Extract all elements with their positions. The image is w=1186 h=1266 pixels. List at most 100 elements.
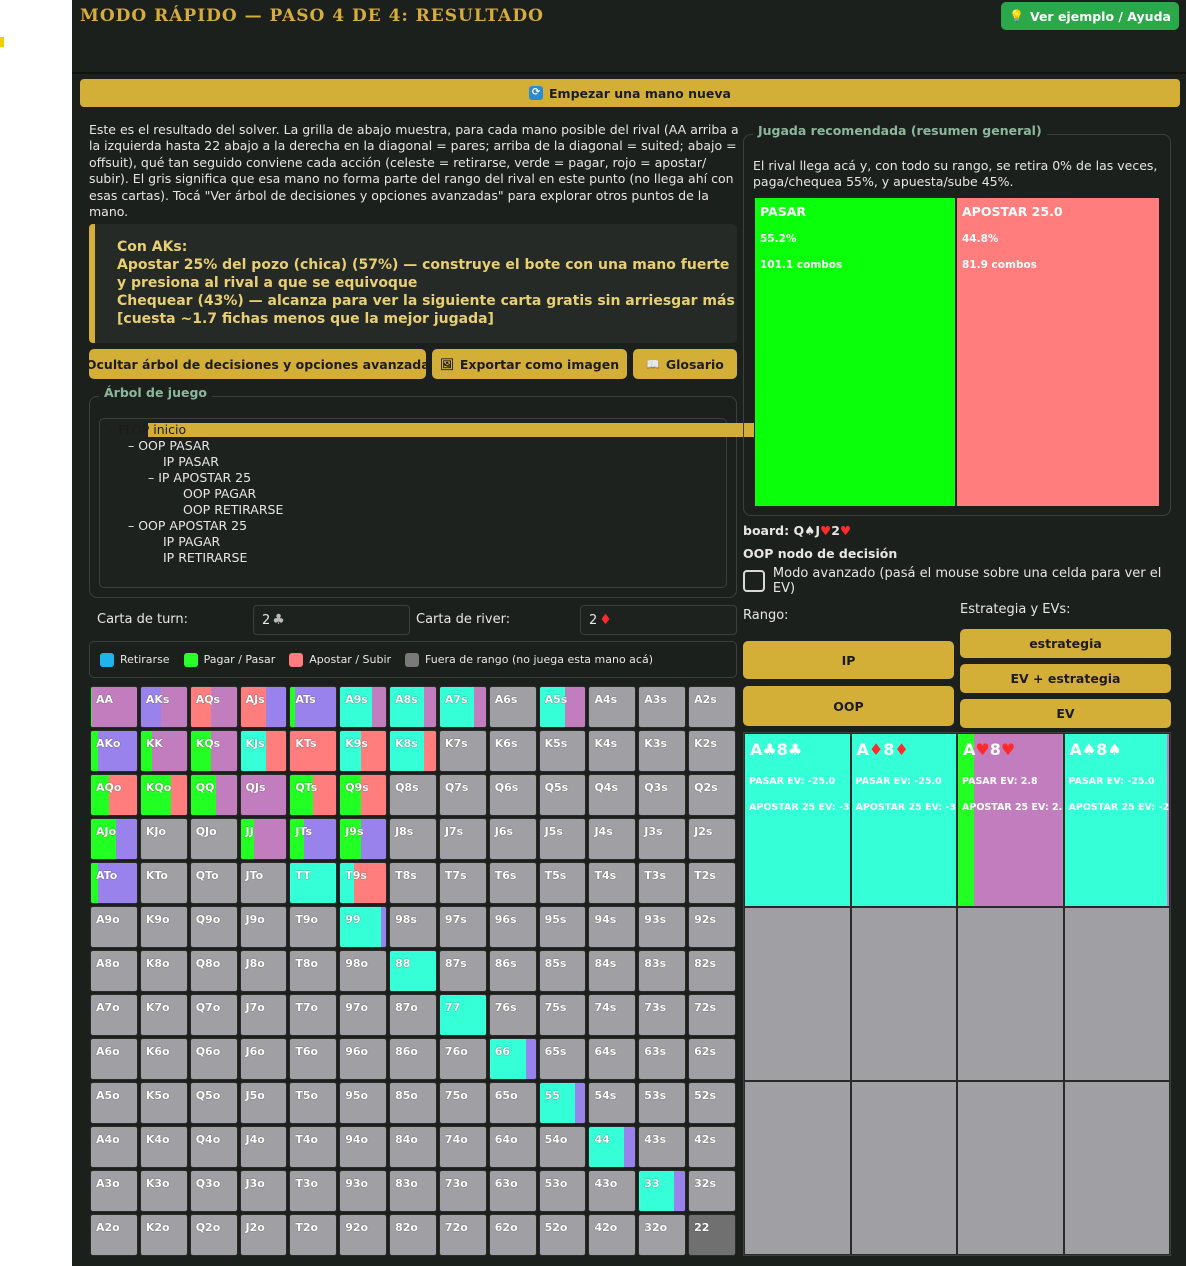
hand-cell-A6s[interactable]: A6s — [488, 686, 537, 728]
hand-cell-A9s[interactable]: A9s — [339, 686, 388, 728]
hand-cell-AA[interactable]: AA — [90, 686, 138, 728]
hand-cell-86s[interactable]: 86s — [488, 950, 537, 992]
combo-cell-empty[interactable] — [957, 907, 1064, 1081]
hand-cell-J9s[interactable]: J9s — [339, 818, 388, 860]
hand-cell-J3s[interactable]: J3s — [638, 818, 687, 860]
hand-cell-K9o[interactable]: K9o — [139, 906, 188, 948]
hand-cell-84s[interactable]: 84s — [588, 950, 637, 992]
range-oop-button[interactable]: OOP — [743, 686, 954, 726]
hand-cell-54s[interactable]: 54s — [588, 1082, 637, 1124]
hand-cell-72s[interactable]: 72s — [688, 994, 736, 1036]
hand-cell-J6o[interactable]: J6o — [239, 1038, 288, 1080]
hand-cell-KK[interactable]: KK — [139, 730, 188, 772]
hand-cell-K8o[interactable]: K8o — [139, 950, 188, 992]
hand-cell-T7s[interactable]: T7s — [438, 862, 487, 904]
hand-cell-T4s[interactable]: T4s — [588, 862, 637, 904]
hand-cell-Q8s[interactable]: Q8s — [389, 774, 437, 816]
combo-cell-A8[interactable]: A♦8♦ PASAR EV: -25.0 APOSTAR 25 EV: -31. — [850, 733, 957, 907]
hand-cell-KQo[interactable]: KQo — [139, 774, 188, 816]
new-hand-button[interactable]: ⟳ Empezar una mano nueva — [80, 79, 1180, 107]
advanced-mode-toggle[interactable]: Modo avanzado (pasá el mouse sobre una c… — [743, 566, 1186, 596]
hand-cell-A4s[interactable]: A4s — [588, 686, 637, 728]
hand-cell-T6o[interactable]: T6o — [289, 1038, 338, 1080]
hand-cell-AKo[interactable]: AKo — [90, 730, 138, 772]
hand-cell-Q5s[interactable]: Q5s — [538, 774, 587, 816]
hand-cell-Q3s[interactable]: Q3s — [638, 774, 687, 816]
hand-cell-T8s[interactable]: T8s — [389, 862, 437, 904]
hand-cell-83o[interactable]: 83o — [389, 1170, 437, 1212]
combo-cell-empty[interactable] — [850, 1081, 957, 1255]
hand-cell-Q8o[interactable]: Q8o — [189, 950, 238, 992]
hand-cell-65o[interactable]: 65o — [488, 1082, 537, 1124]
hand-cell-T6s[interactable]: T6s — [488, 862, 537, 904]
hand-cell-J7s[interactable]: J7s — [438, 818, 487, 860]
hand-cell-95o[interactable]: 95o — [339, 1082, 388, 1124]
hand-cell-76o[interactable]: 76o — [438, 1038, 487, 1080]
hand-cell-94s[interactable]: 94s — [588, 906, 637, 948]
tree-node-ip-pasar[interactable]: IP PASAR — [163, 454, 219, 470]
hand-cell-Q7s[interactable]: Q7s — [438, 774, 487, 816]
hand-cell-J2s[interactable]: J2s — [688, 818, 736, 860]
hand-cell-J8o[interactable]: J8o — [239, 950, 288, 992]
hand-cell-53s[interactable]: 53s — [638, 1082, 687, 1124]
ev-strategy-view-button[interactable]: EV + estrategia — [960, 664, 1171, 693]
hand-cell-J4o[interactable]: J4o — [239, 1126, 288, 1168]
hand-cell-T4o[interactable]: T4o — [289, 1126, 338, 1168]
hand-cell-33[interactable]: 33 — [638, 1170, 687, 1212]
hand-cell-T7o[interactable]: T7o — [289, 994, 338, 1036]
hand-cell-75s[interactable]: 75s — [538, 994, 587, 1036]
hand-cell-K2s[interactable]: K2s — [688, 730, 736, 772]
hand-cell-AJo[interactable]: AJo — [90, 818, 138, 860]
hand-cell-T3o[interactable]: T3o — [289, 1170, 338, 1212]
hand-cell-A6o[interactable]: A6o — [90, 1038, 138, 1080]
tree-node-oop-pagar[interactable]: OOP PAGAR — [183, 486, 256, 502]
hand-cell-66[interactable]: 66 — [488, 1038, 537, 1080]
hand-cell-ATo[interactable]: ATo — [90, 862, 138, 904]
hand-cell-K9s[interactable]: K9s — [339, 730, 388, 772]
hand-cell-64o[interactable]: 64o — [488, 1126, 537, 1168]
hand-cell-96s[interactable]: 96s — [488, 906, 537, 948]
hand-cell-93s[interactable]: 93s — [638, 906, 687, 948]
hand-cell-88[interactable]: 88 — [389, 950, 437, 992]
hand-cell-A7o[interactable]: A7o — [90, 994, 138, 1036]
hand-cell-KJs[interactable]: KJs — [239, 730, 288, 772]
hand-cell-A3s[interactable]: A3s — [638, 686, 687, 728]
hand-cell-K7o[interactable]: K7o — [139, 994, 188, 1036]
hand-cell-K4s[interactable]: K4s — [588, 730, 637, 772]
hand-cell-87o[interactable]: 87o — [389, 994, 437, 1036]
game-tree[interactable]: – FLOP inicio – OOP PASAR IP PASAR – IP … — [99, 418, 754, 588]
hand-cell-J2o[interactable]: J2o — [239, 1214, 288, 1256]
river-card-select[interactable]: 2 ♦ — [580, 605, 737, 635]
hand-cell-T9s[interactable]: T9s — [339, 862, 388, 904]
hand-cell-84o[interactable]: 84o — [389, 1126, 437, 1168]
hand-cell-42o[interactable]: 42o — [588, 1214, 637, 1256]
tree-node-oop-pasar[interactable]: – OOP PASAR — [128, 438, 210, 454]
combo-cell-empty[interactable] — [957, 1081, 1064, 1255]
hand-cell-32s[interactable]: 32s — [688, 1170, 736, 1212]
hand-cell-63s[interactable]: 63s — [638, 1038, 687, 1080]
hand-cell-K6s[interactable]: K6s — [488, 730, 537, 772]
hand-cell-95s[interactable]: 95s — [538, 906, 587, 948]
hand-cell-32o[interactable]: 32o — [638, 1214, 687, 1256]
hand-cell-76s[interactable]: 76s — [488, 994, 537, 1036]
hand-cell-42s[interactable]: 42s — [688, 1126, 736, 1168]
hand-cell-99[interactable]: 99 — [339, 906, 388, 948]
range-ip-button[interactable]: IP — [743, 641, 954, 679]
hand-cell-TT[interactable]: TT — [289, 862, 338, 904]
ev-view-button[interactable]: EV — [960, 699, 1171, 728]
hand-cell-22[interactable]: 22 — [688, 1214, 736, 1256]
combo-cell-empty[interactable] — [744, 1081, 851, 1255]
hand-cell-Q7o[interactable]: Q7o — [189, 994, 238, 1036]
export-button[interactable]: 🖼 Exportar como imagen — [432, 349, 627, 379]
hand-cell-KTo[interactable]: KTo — [139, 862, 188, 904]
hand-cell-43o[interactable]: 43o — [588, 1170, 637, 1212]
tree-node-ip-pagar[interactable]: IP PAGAR — [163, 534, 220, 550]
hand-cell-62o[interactable]: 62o — [488, 1214, 537, 1256]
hand-cell-Q6s[interactable]: Q6s — [488, 774, 537, 816]
combo-cell-A8[interactable]: A♣8♣ PASAR EV: -25.0 APOSTAR 25 EV: -31. — [744, 733, 851, 907]
hand-cell-A8s[interactable]: A8s — [389, 686, 437, 728]
hand-cell-T5s[interactable]: T5s — [538, 862, 587, 904]
hand-cell-Q2o[interactable]: Q2o — [189, 1214, 238, 1256]
hand-cell-63o[interactable]: 63o — [488, 1170, 537, 1212]
hand-cell-KJo[interactable]: KJo — [139, 818, 188, 860]
